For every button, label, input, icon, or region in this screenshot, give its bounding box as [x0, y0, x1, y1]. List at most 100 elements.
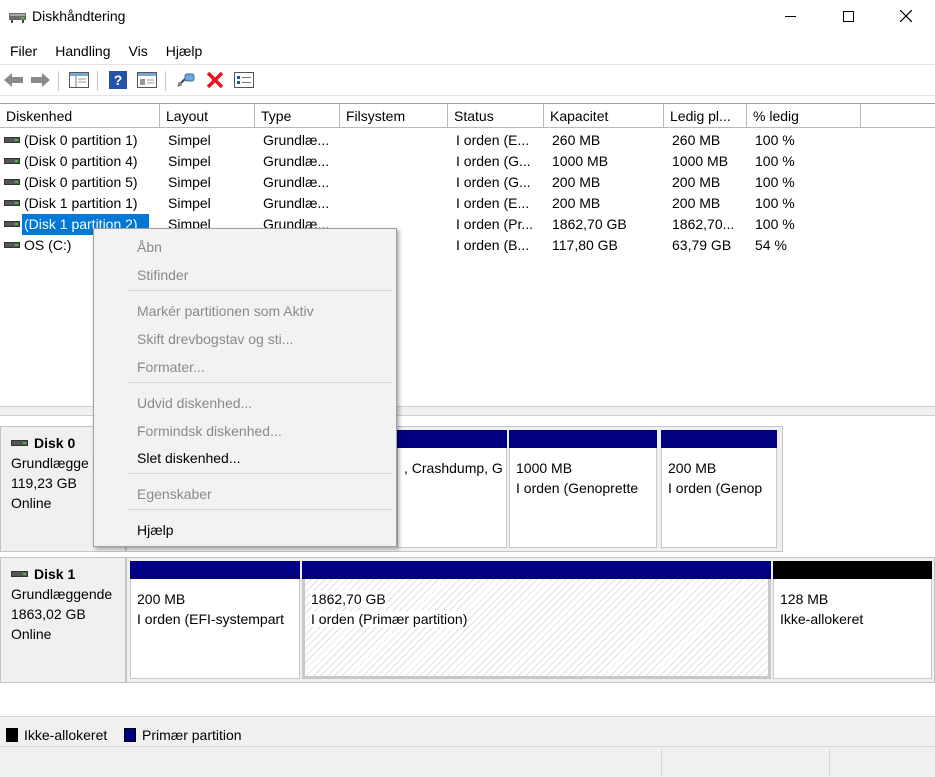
menu-item-shrink-volume[interactable]: Formindsk diskenhed...: [137, 421, 282, 441]
volume-free: 1862,70...: [672, 216, 735, 232]
volume-percent-free: 54 %: [755, 237, 787, 253]
forward-arrow-icon: [30, 72, 50, 90]
column-header-layout[interactable]: Layout: [160, 104, 255, 128]
disk-1-info[interactable]: Disk 1 Grundlæggende 1863,02 GB Online: [0, 557, 126, 683]
menu-item-delete-volume[interactable]: Slet diskenhed...: [137, 448, 241, 468]
partition-status: I orden (EFI-systempart: [137, 611, 285, 627]
status-bar: [0, 746, 935, 777]
menu-action[interactable]: Handling: [45, 40, 118, 62]
partition-status: Ikke-allokeret: [780, 611, 864, 627]
status-segment: [829, 749, 935, 776]
volume-type: Grundlæ...: [263, 153, 330, 169]
volume-name: (Disk 0 partition 1): [24, 132, 138, 148]
delete-button[interactable]: [204, 70, 226, 92]
properties-button[interactable]: [136, 70, 158, 92]
volume-percent-free: 100 %: [755, 132, 795, 148]
partition-status: , Crashdump, G: [404, 460, 503, 476]
table-row[interactable]: (Disk 0 partition 5) Simpel Grundlæ... I…: [0, 172, 935, 193]
menu-item-open[interactable]: Åbn: [137, 237, 162, 257]
checklist-button[interactable]: [233, 70, 255, 92]
toolbar: ?: [0, 64, 935, 96]
partition-size: 1862,70 GB: [311, 591, 386, 607]
volume-type: Grundlæ...: [263, 132, 330, 148]
table-row[interactable]: (Disk 0 partition 1) Simpel Grundlæ... I…: [0, 130, 935, 151]
volume-percent-free: 100 %: [755, 195, 795, 211]
checklist-icon: [234, 71, 254, 91]
close-icon: [899, 9, 913, 25]
unallocated-block[interactable]: 128 MB Ikke-allokeret: [773, 561, 932, 679]
table-row[interactable]: (Disk 1 partition 1) Simpel Grundlæ... I…: [0, 193, 935, 214]
menu-file[interactable]: Filer: [0, 40, 45, 62]
legend-label: Primær partition: [142, 727, 242, 743]
disk-state: Online: [11, 626, 52, 642]
maximize-icon: [842, 9, 854, 25]
back-button[interactable]: [3, 70, 25, 92]
help-button[interactable]: ?: [107, 70, 129, 92]
disk-icon: [11, 440, 28, 446]
toolbar-separator: [165, 71, 166, 91]
properties-icon: [137, 71, 157, 91]
menu-item-help[interactable]: Hjælp: [137, 520, 174, 540]
volume-layout: Simpel: [168, 153, 211, 169]
window-title: Diskhåndtering: [32, 8, 126, 24]
volume-capacity: 1000 MB: [552, 153, 609, 169]
disk-type: Grundlæggende: [11, 586, 113, 602]
partition-block[interactable]: 200 MB I orden (EFI-systempart: [130, 561, 300, 679]
context-menu: Åbn Stifinder Markér partitionen som Akt…: [93, 228, 397, 547]
volume-icon: [4, 221, 20, 227]
maximize-button[interactable]: [825, 0, 871, 34]
svg-text:?: ?: [114, 72, 123, 88]
minimize-button[interactable]: [767, 0, 813, 34]
menu-item-mark-active[interactable]: Markér partitionen som Aktiv: [137, 301, 314, 321]
volume-icon: [4, 179, 20, 185]
disk-1-partitions: 200 MB I orden (EFI-systempart 1862,70 G…: [126, 557, 935, 683]
menu-bar: Filer Handling Vis Hjælp: [0, 40, 935, 62]
help-icon: ?: [109, 70, 127, 92]
menu-item-extend-volume[interactable]: Udvid diskenhed...: [137, 393, 252, 413]
volume-status: I orden (B...: [456, 237, 530, 253]
disk-management-icon: [9, 9, 26, 24]
partition-block[interactable]: , Crashdump, G: [397, 430, 507, 548]
show-hide-console-tree-button[interactable]: [68, 70, 90, 92]
menu-item-properties[interactable]: Egenskaber: [137, 484, 212, 504]
volume-free: 260 MB: [672, 132, 721, 148]
close-button[interactable]: [883, 0, 929, 34]
disk-icon: [11, 571, 28, 577]
volume-status: I orden (E...: [456, 132, 530, 148]
menu-view[interactable]: Vis: [119, 40, 156, 62]
partition-status: I orden (Genoprette: [516, 480, 639, 496]
partition-block[interactable]: 1000 MB I orden (Genoprette: [509, 430, 657, 548]
partition-block[interactable]: 200 MB I orden (Genop: [661, 430, 777, 548]
column-header-percent-free[interactable]: % ledig: [747, 104, 861, 128]
volume-filesystem: [348, 130, 446, 151]
legend-swatch: [124, 728, 136, 742]
partition-size: 1000 MB: [516, 460, 573, 476]
forward-button[interactable]: [29, 70, 51, 92]
connect-button[interactable]: [175, 70, 197, 92]
column-header-volume[interactable]: Diskenhed: [0, 104, 160, 128]
legend-item-primary: Primær partition: [124, 727, 242, 743]
legend-label: Ikke-allokeret: [24, 727, 108, 743]
volume-free: 63,79 GB: [672, 237, 732, 253]
volume-icon: [4, 158, 20, 164]
legend-bar: Ikke-allokeret Primær partition: [0, 716, 935, 746]
table-row[interactable]: (Disk 0 partition 4) Simpel Grundlæ... I…: [0, 151, 935, 172]
volume-type: Grundlæ...: [263, 174, 330, 190]
menu-item-explorer[interactable]: Stifinder: [137, 265, 188, 285]
volume-name: (Disk 0 partition 5): [24, 174, 138, 190]
menu-item-format[interactable]: Formater...: [137, 357, 205, 377]
column-header-filesystem[interactable]: Filsystem: [340, 104, 448, 128]
partition-size: 128 MB: [780, 591, 829, 607]
column-header-status[interactable]: Status: [448, 104, 544, 128]
partition-block-selected[interactable]: 1862,70 GB I orden (Primær partition): [302, 561, 771, 679]
volume-free: 200 MB: [672, 174, 721, 190]
volume-percent-free: 100 %: [755, 153, 795, 169]
volume-capacity: 117,80 GB: [552, 237, 618, 253]
volume-status: I orden (E...: [456, 195, 530, 211]
menu-item-change-drive-letter[interactable]: Skift drevbogstav og sti...: [137, 329, 293, 349]
column-header-type[interactable]: Type: [255, 104, 340, 128]
partition-color-bar: [509, 430, 657, 448]
menu-help[interactable]: Hjælp: [156, 40, 211, 62]
column-header-capacity[interactable]: Kapacitet: [544, 104, 664, 128]
column-header-free-space[interactable]: Ledig pl...: [664, 104, 747, 128]
